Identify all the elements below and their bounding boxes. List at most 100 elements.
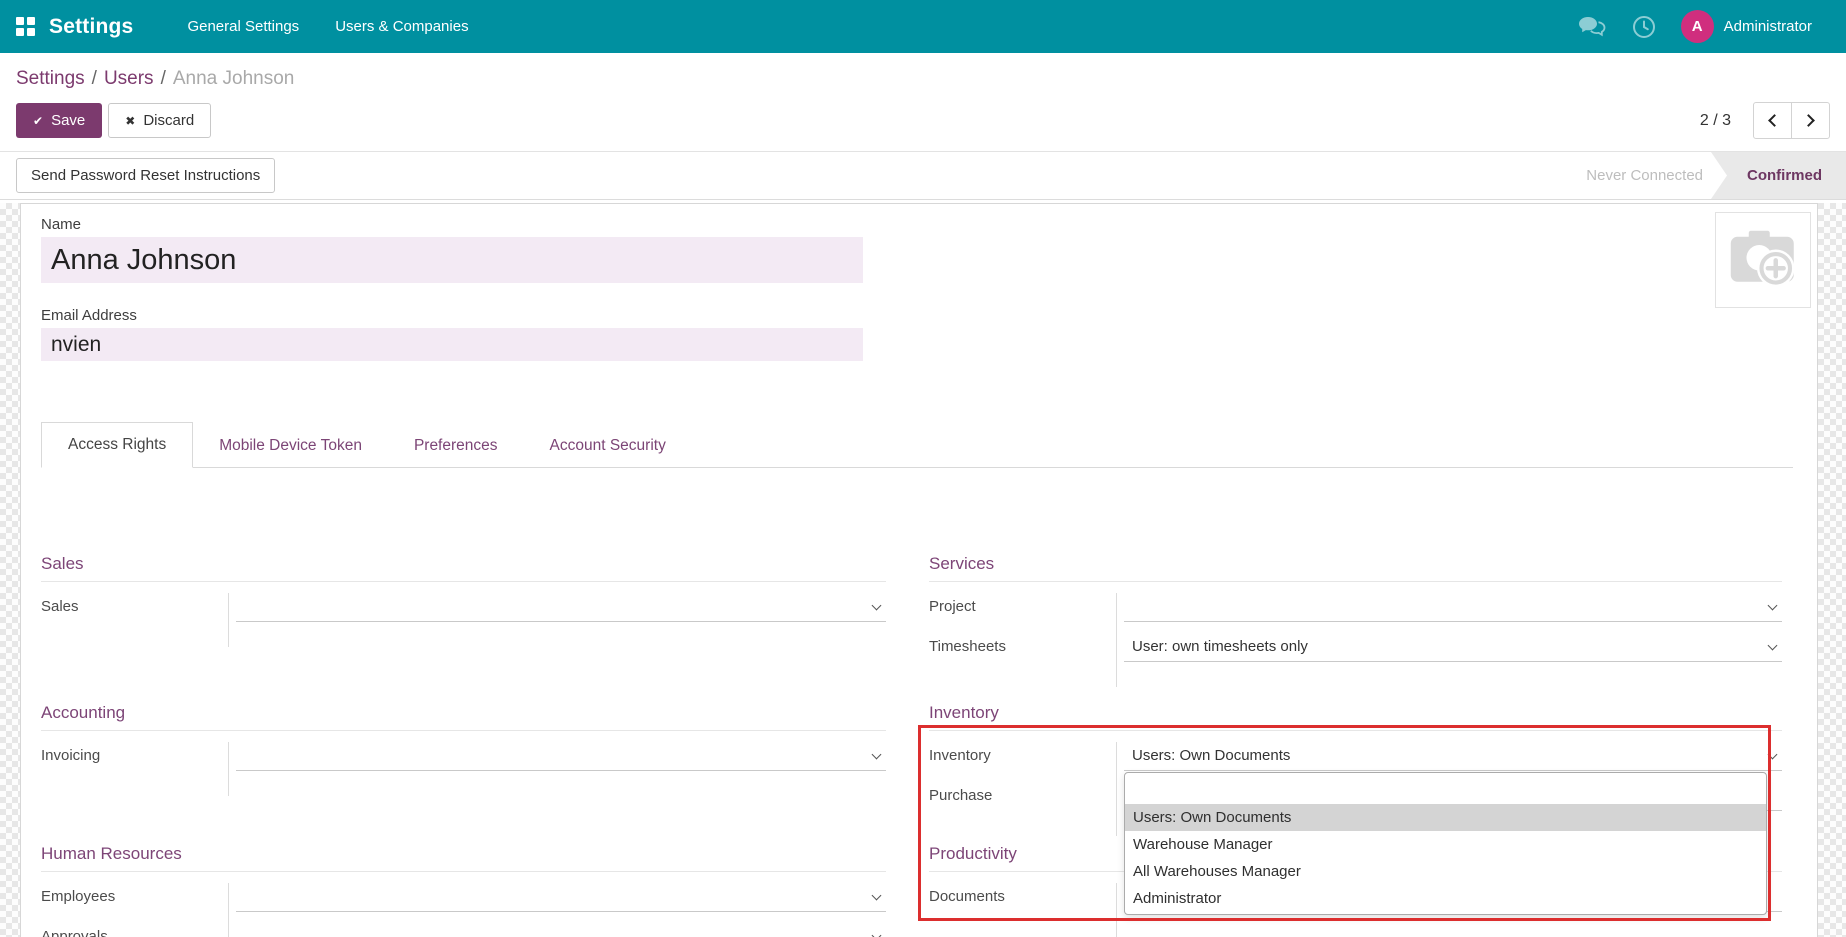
breadcrumb: Settings/Users/Anna Johnson <box>16 68 1830 90</box>
chevron-down-icon <box>872 891 882 901</box>
email-label: Email Address <box>41 307 1793 324</box>
inventory-label: Inventory <box>929 742 1116 770</box>
section-title-accounting: Accounting <box>41 702 886 724</box>
breadcrumb-row: Settings/Users/Anna Johnson <box>0 53 1846 94</box>
apps-grid-icon[interactable] <box>16 17 35 36</box>
breadcrumb-current: Anna Johnson <box>173 68 295 89</box>
chevron-down-icon <box>872 750 882 760</box>
statusbar: Never Connected Confirmed <box>1586 152 1846 199</box>
timesheets-label: Timesheets <box>929 633 1116 661</box>
documents-label: Documents <box>929 883 1116 911</box>
employees-label: Employees <box>41 883 228 911</box>
timesheets-select[interactable]: User: own timesheets only <box>1124 633 1782 662</box>
section-sales: Sales Sales <box>41 553 886 702</box>
tab-access-rights[interactable]: Access Rights <box>41 422 193 468</box>
approvals-label: Approvals <box>41 923 228 937</box>
navbar-menu: General Settings Users & Companies <box>173 9 482 44</box>
inventory-option-administrator[interactable]: Administrator <box>1125 885 1766 912</box>
inventory-select[interactable]: Users: Own Documents Users: Own Document… <box>1124 742 1782 771</box>
tab-mobile-device-token[interactable]: Mobile Device Token <box>193 424 388 468</box>
inventory-option-all-warehouses-manager[interactable]: All Warehouses Manager <box>1125 858 1766 885</box>
navbar-icons: A Administrator <box>1577 10 1812 43</box>
check-icon: ✔ <box>33 114 43 128</box>
employees-select[interactable] <box>236 883 886 912</box>
chevron-down-icon <box>872 601 882 611</box>
status-confirmed[interactable]: Confirmed <box>1711 152 1846 199</box>
chevron-down-icon <box>1768 601 1778 611</box>
field-row-approvals: Approvals <box>41 923 886 937</box>
field-row-invoicing: Invoicing <box>41 742 886 782</box>
email-block: Email Address <box>41 307 1793 361</box>
inventory-option-blank[interactable] <box>1125 773 1766 804</box>
menu-general-settings[interactable]: General Settings <box>173 9 313 44</box>
status-row: Send Password Reset Instructions Never C… <box>0 152 1846 200</box>
content-background: Name Email Address Access Rights Mobile … <box>0 203 1846 937</box>
pager-previous-button[interactable] <box>1753 102 1792 139</box>
messages-icon[interactable] <box>1577 14 1607 40</box>
name-label: Name <box>41 216 1793 233</box>
chevron-down-icon <box>872 931 882 937</box>
section-services: Services Project Timeshee <box>929 553 1782 702</box>
section-title-inventory: Inventory <box>929 702 1782 724</box>
breadcrumb-separator: / <box>154 68 173 89</box>
control-panel: ✔ Save ✖ Discard 2 / 3 <box>0 94 1846 152</box>
inventory-dropdown: Users: Own Documents Warehouse Manager A… <box>1124 772 1767 915</box>
user-photo-upload[interactable] <box>1715 212 1811 308</box>
top-navbar: Settings General Settings Users & Compan… <box>0 0 1846 53</box>
discard-button[interactable]: ✖ Discard <box>108 103 211 138</box>
menu-users-companies[interactable]: Users & Companies <box>321 9 482 44</box>
tab-account-security[interactable]: Account Security <box>524 424 692 468</box>
field-row-sales: Sales <box>41 593 886 633</box>
section-inventory: Inventory Inventory Users: Own Documents <box>929 702 1782 843</box>
approvals-select[interactable] <box>236 923 886 937</box>
close-icon: ✖ <box>125 114 135 128</box>
chevron-left-icon <box>1768 114 1781 127</box>
invoicing-select[interactable] <box>236 742 886 771</box>
send-password-reset-button[interactable]: Send Password Reset Instructions <box>16 158 275 193</box>
email-input[interactable] <box>41 328 863 361</box>
field-row-inventory: Inventory Users: Own Documents Users: Ow… <box>929 742 1782 782</box>
project-select[interactable] <box>1124 593 1782 622</box>
save-button[interactable]: ✔ Save <box>16 103 102 138</box>
pager-count: 2 / 3 <box>1700 112 1731 130</box>
save-button-label: Save <box>51 112 85 129</box>
avatar[interactable]: A <box>1681 10 1714 43</box>
activities-clock-icon[interactable] <box>1631 14 1657 40</box>
sales-select[interactable] <box>236 593 886 622</box>
tab-preferences[interactable]: Preferences <box>388 424 524 468</box>
access-rights-panel: Sales Sales <box>41 468 1793 937</box>
inventory-option-warehouse-manager[interactable]: Warehouse Manager <box>1125 831 1766 858</box>
breadcrumb-settings[interactable]: Settings <box>16 68 85 89</box>
user-name: Administrator <box>1724 18 1812 35</box>
breadcrumb-users[interactable]: Users <box>104 68 154 89</box>
section-title-services: Services <box>929 553 1782 575</box>
pager: 2 / 3 <box>1700 102 1830 139</box>
chevron-down-icon <box>1768 750 1778 760</box>
chevron-down-icon <box>1768 641 1778 651</box>
project-label: Project <box>929 593 1116 621</box>
breadcrumb-separator: / <box>85 68 104 89</box>
camera-plus-icon <box>1725 227 1801 293</box>
right-column: Services Project Timeshee <box>929 553 1782 937</box>
purchase-label: Purchase <box>929 782 1116 810</box>
section-accounting: Accounting Invoicing <box>41 702 886 843</box>
field-row-employees: Employees <box>41 883 886 923</box>
status-never-connected[interactable]: Never Connected <box>1586 152 1711 199</box>
section-title-human-resources: Human Resources <box>41 843 886 865</box>
invoicing-label: Invoicing <box>41 742 228 770</box>
section-human-resources: Human Resources Employees <box>41 843 886 937</box>
field-row-project: Project <box>929 593 1782 633</box>
inventory-option-users-own-documents[interactable]: Users: Own Documents <box>1125 804 1766 831</box>
form-sheet: Name Email Address Access Rights Mobile … <box>20 203 1818 937</box>
discard-button-label: Discard <box>143 112 194 129</box>
user-menu[interactable]: A Administrator <box>1681 10 1812 43</box>
left-column: Sales Sales <box>41 553 886 937</box>
field-row-timesheets: Timesheets User: own timesheets only <box>929 633 1782 673</box>
name-input[interactable] <box>41 237 863 283</box>
app-title[interactable]: Settings <box>49 15 133 39</box>
chevron-right-icon <box>1802 114 1815 127</box>
notebook-tabs: Access Rights Mobile Device Token Prefer… <box>41 423 1793 468</box>
section-title-sales: Sales <box>41 553 886 575</box>
pager-next-button[interactable] <box>1791 102 1830 139</box>
settings-user-page: Settings General Settings Users & Compan… <box>0 0 1846 937</box>
